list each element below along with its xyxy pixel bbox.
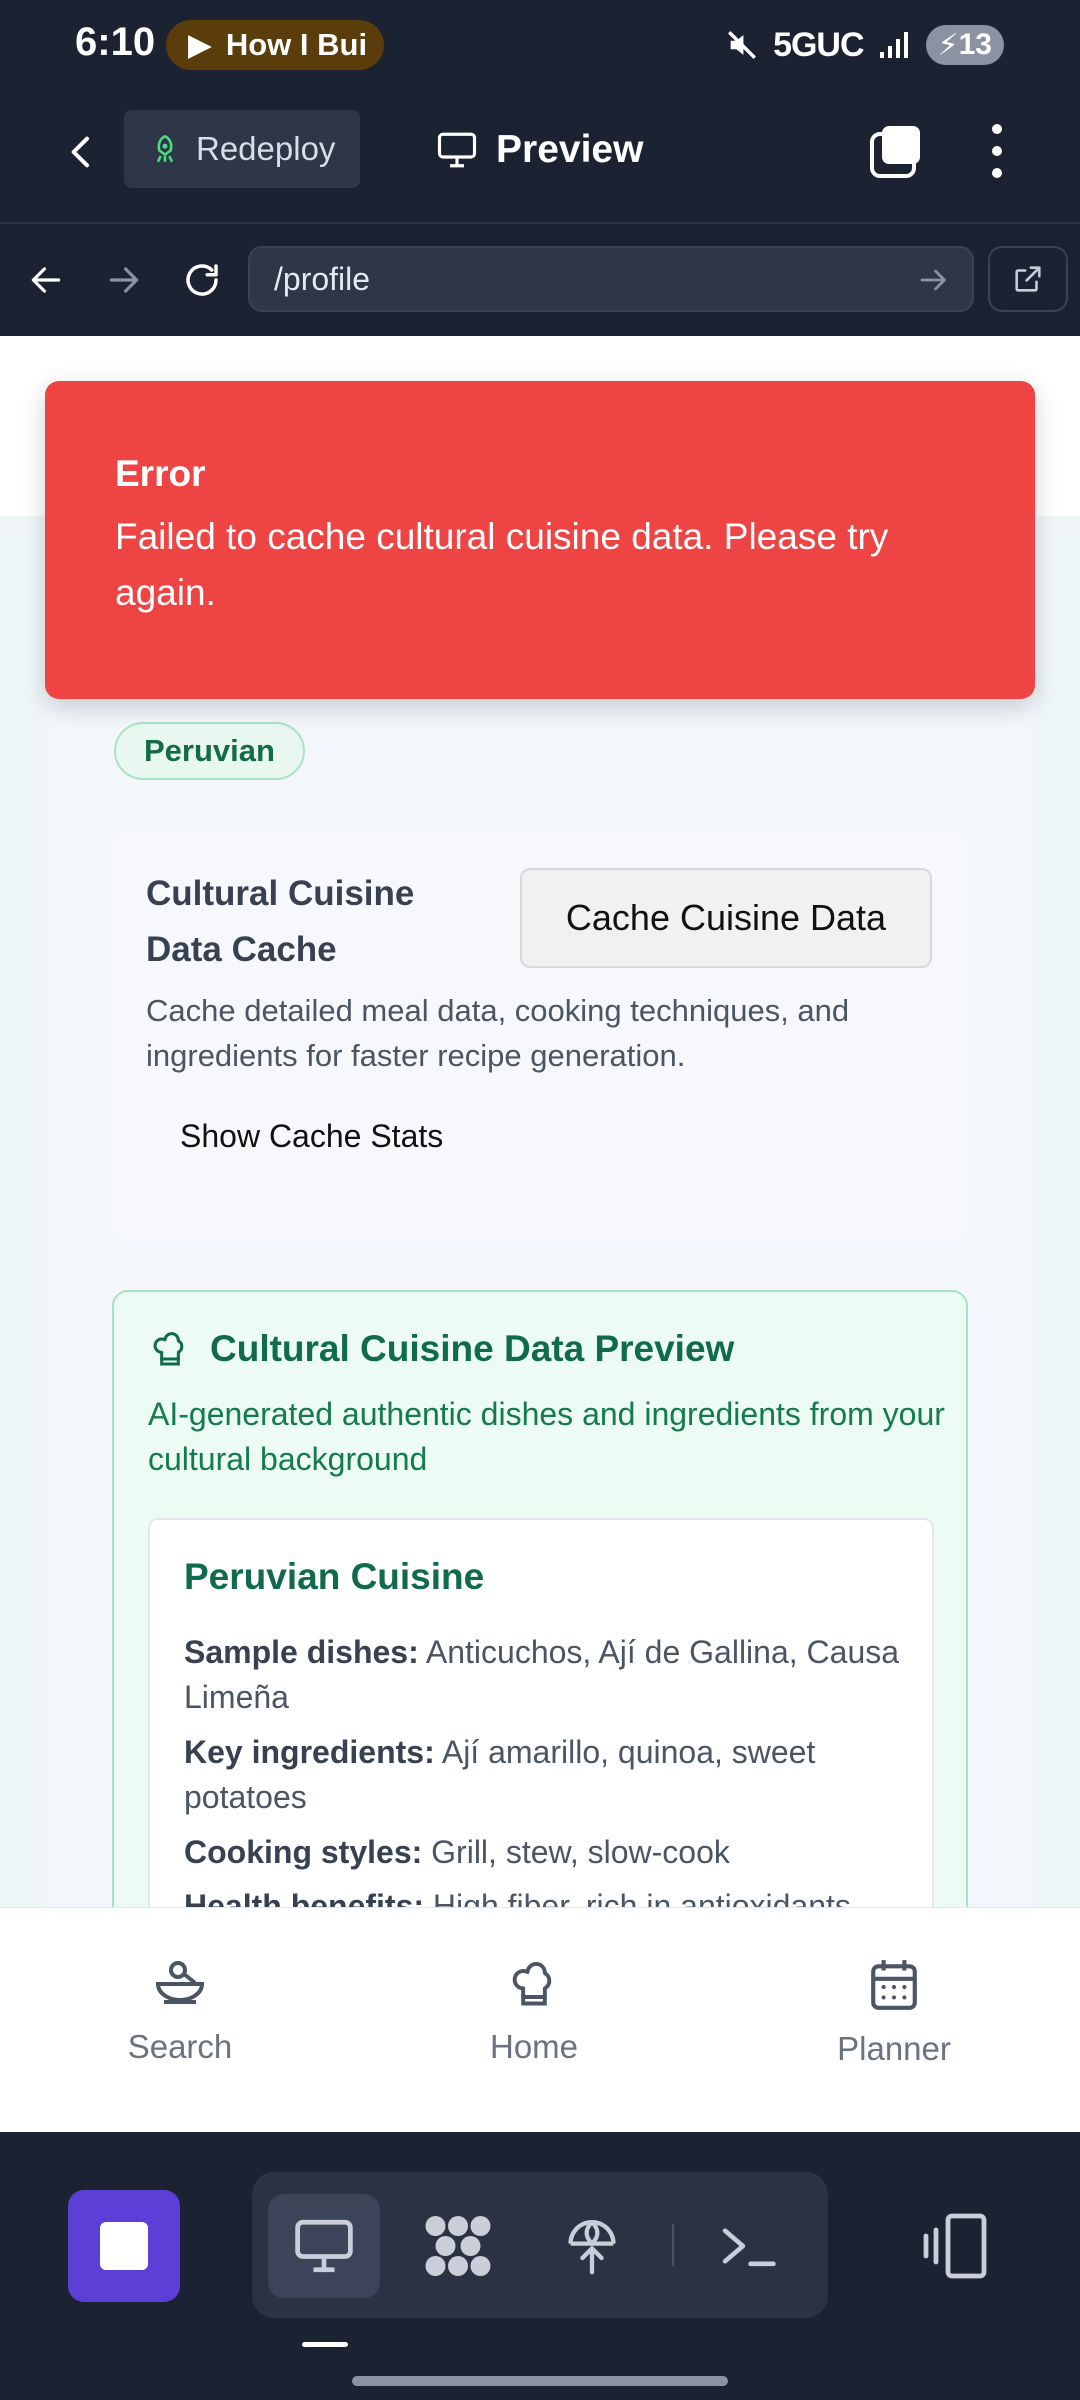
sample-dishes-row: Sample dishes: Anticuchos, Ají de Gallin… (184, 1630, 904, 1720)
browser-back-button[interactable] (18, 252, 74, 308)
redeploy-label: Redeploy (196, 130, 336, 167)
preview-tool-button[interactable] (268, 2194, 380, 2298)
bowl-search-icon (155, 1961, 205, 2004)
status-bar: 6:10 ▶ How I Bui 5GUC ⚡ 13 (0, 0, 1080, 92)
arrow-right-icon (109, 267, 139, 293)
reload-icon (186, 264, 218, 296)
row-label: Health benefits: (184, 1888, 425, 1907)
nav-home[interactable]: Home (424, 1958, 644, 2066)
nav-planner[interactable]: Planner (784, 1958, 1004, 2068)
tabs-icon[interactable] (866, 122, 926, 182)
cuisine-card: Peruvian Cuisine Sample dishes: Anticuch… (148, 1518, 934, 1907)
error-toast[interactable]: Error Failed to cache cultural cuisine d… (45, 381, 1035, 699)
cache-title: Cultural Cuisine Data Cache (146, 874, 415, 969)
status-icons: 5GUC ⚡ 13 (725, 20, 1004, 70)
cooking-styles-row: Cooking styles: Grill, stew, slow-cook (184, 1830, 904, 1875)
media-title: How I Bui (225, 27, 368, 62)
cache-section: Cultural Cuisine Data Cache Cache Cuisin… (112, 830, 968, 1240)
active-tool-indicator (302, 2342, 348, 2347)
url-bar: /profile (0, 222, 1080, 336)
shell-tool-button[interactable] (692, 2194, 804, 2298)
url-input[interactable]: /profile (248, 246, 974, 312)
preview-label: Preview (496, 128, 644, 171)
health-benefits-row: Health benefits: High fiber, rich in ant… (184, 1884, 904, 1907)
battery-indicator: ⚡ 13 (925, 25, 1004, 65)
monitor-icon (295, 2219, 353, 2273)
go-arrow-icon[interactable] (916, 262, 952, 298)
home-gesture-bar[interactable] (352, 2376, 728, 2386)
show-cache-stats-button[interactable]: Show Cache Stats (180, 1118, 443, 1155)
preview-subtitle: AI-generated authentic dishes and ingred… (148, 1396, 945, 1477)
deploy-icon (568, 2220, 616, 2275)
arrow-left-icon (31, 267, 61, 293)
nav-home-label: Home (489, 2028, 579, 2065)
redeploy-button[interactable]: Redeploy (124, 110, 360, 188)
open-external-button[interactable] (988, 246, 1068, 312)
nav-search[interactable]: Search (70, 1958, 290, 2066)
device-toggle-icon[interactable] (920, 2210, 992, 2282)
stop-button[interactable] (68, 2190, 180, 2302)
row-label: Key ingredients: (184, 1734, 435, 1770)
external-link-icon (1015, 266, 1041, 292)
media-pill[interactable]: ▶ How I Bui (166, 20, 384, 70)
toast-message: Failed to cache cultural cuisine data. P… (115, 516, 889, 613)
bottom-nav: Search Home Planner (0, 1907, 1080, 2132)
cache-description: Cache detailed meal data, cooking techni… (146, 993, 850, 1073)
chef-hat-icon (512, 1962, 552, 2006)
toast-title: Error (115, 453, 206, 494)
chef-hat-icon (153, 1332, 184, 1366)
preview-tab[interactable]: Preview (436, 120, 643, 180)
row-value: High fiber, rich in antioxidants (432, 1888, 851, 1907)
row-value: Grill, stew, slow-cook (431, 1834, 730, 1870)
rocket-icon (156, 134, 174, 163)
cuisine-chip[interactable]: Peruvian (114, 722, 305, 780)
ide-toolbar (0, 2132, 1080, 2400)
charging-icon: ⚡ (937, 28, 959, 62)
stop-icon (100, 2222, 148, 2270)
back-button[interactable] (52, 122, 112, 182)
cuisine-preview-section: Cultural Cuisine Data Preview AI-generat… (112, 1290, 968, 1907)
status-time: 6:10 (75, 20, 156, 64)
toolbar-divider (672, 2224, 674, 2266)
row-label: Sample dishes: (184, 1634, 419, 1670)
nodes-icon (425, 2216, 491, 2276)
network-type: 5GUC (773, 25, 864, 64)
play-icon: ▶ (188, 27, 212, 62)
browser-forward-button[interactable] (96, 252, 152, 308)
cache-cuisine-button[interactable]: Cache Cuisine Data (520, 868, 932, 968)
nav-planner-label: Planner (837, 2030, 951, 2067)
cuisine-card-title: Peruvian Cuisine (184, 1556, 485, 1597)
terminal-icon (722, 2228, 776, 2267)
url-text: /profile (274, 260, 371, 297)
deploy-tool-button[interactable] (536, 2194, 648, 2298)
signal-icon (879, 32, 908, 58)
chevron-left-icon (71, 136, 89, 168)
key-ingredients-row: Key ingredients: Ají amarillo, quinoa, s… (184, 1730, 904, 1820)
reload-button[interactable] (174, 252, 230, 308)
preview-title: Cultural Cuisine Data Preview (210, 1328, 735, 1369)
more-options-icon[interactable] (972, 118, 1022, 184)
tool-group (252, 2172, 828, 2318)
calendar-icon (871, 1960, 917, 2010)
preview-heading: Cultural Cuisine Data Preview (150, 1328, 734, 1370)
nav-search-label: Search (127, 2028, 233, 2065)
monitor-icon (437, 132, 477, 168)
app-bar: Redeploy Preview (0, 92, 1080, 222)
battery-level: 13 (958, 28, 992, 61)
mute-icon (728, 31, 757, 59)
row-label: Cooking styles: (184, 1834, 423, 1870)
workflow-tool-button[interactable] (402, 2194, 514, 2298)
